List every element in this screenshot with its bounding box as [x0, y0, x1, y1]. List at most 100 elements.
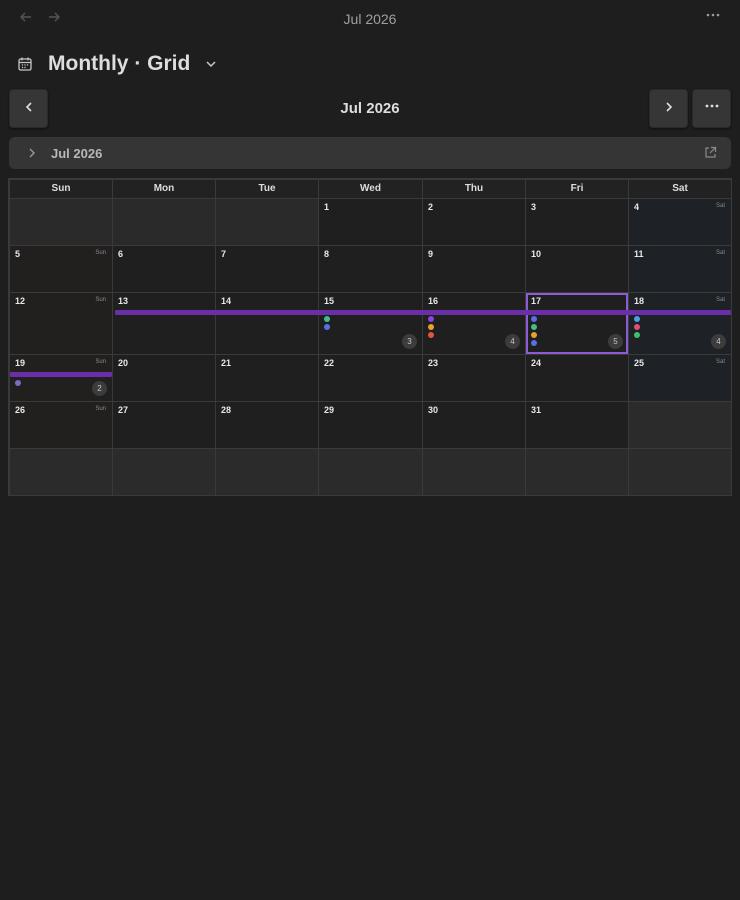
event-count-badge[interactable]: 3	[402, 334, 417, 349]
weekday-header: Fri	[526, 180, 628, 198]
day-number: 2	[428, 202, 434, 212]
event-dot[interactable]	[531, 324, 537, 330]
event-dot[interactable]	[428, 324, 434, 330]
weekday-header: Thu	[423, 180, 525, 198]
day-number: 7	[221, 249, 227, 259]
calendar-day-cell[interactable]: 23	[423, 355, 525, 401]
weekday-tag: Sat	[715, 297, 725, 303]
event-count-badge[interactable]: 2	[92, 381, 107, 396]
day-number: 5	[15, 249, 21, 259]
calendar-day-cell[interactable]: 30	[423, 402, 525, 448]
calendar-day-cell[interactable]: 17 5	[526, 293, 628, 354]
multi-day-event-bar[interactable]	[115, 310, 731, 315]
event-dot[interactable]	[324, 324, 330, 330]
calendar-day-cell[interactable]: 12 Sun	[10, 293, 112, 354]
next-month-button[interactable]	[649, 89, 688, 128]
chevron-expand-icon[interactable]	[26, 146, 38, 160]
calendar-day-cell[interactable]: 8	[319, 246, 422, 292]
calendar-day-cell[interactable]: 24	[526, 355, 628, 401]
day-number: 31	[531, 405, 542, 415]
calendar-day-cell[interactable]: 14	[216, 293, 318, 354]
chevron-left-icon	[23, 100, 35, 118]
calendar-cell-empty	[10, 199, 112, 245]
calendar-day-cell[interactable]: 22	[319, 355, 422, 401]
calendar-cell-empty	[629, 449, 731, 495]
day-number: 30	[428, 405, 439, 415]
calendar-day-cell[interactable]: 2	[423, 199, 525, 245]
event-dot[interactable]	[324, 316, 330, 322]
calendar-day-cell[interactable]: 10	[526, 246, 628, 292]
calendar-day-cell[interactable]: 29	[319, 402, 422, 448]
calendar-cell-empty	[10, 449, 112, 495]
day-number: 23	[428, 358, 439, 368]
event-count-badge[interactable]: 4	[505, 334, 520, 349]
weekday-tag: Sat	[715, 250, 725, 256]
calendar-day-cell[interactable]: 3	[526, 199, 628, 245]
calendar-grid: Sun Mon Tue Wed Thu Fri Sat 1 2 3 4 Sat 5 Sun 6 7 8 9 10 1…	[8, 178, 732, 496]
event-dot[interactable]	[428, 316, 434, 322]
weekday-header: Tue	[216, 180, 318, 198]
calendar-day-cell[interactable]: 9	[423, 246, 525, 292]
chevron-right-icon	[663, 100, 675, 118]
calendar-day-cell[interactable]: 25 Sat	[629, 355, 731, 401]
event-dot[interactable]	[15, 380, 21, 386]
calendar-day-cell[interactable]: 31	[526, 402, 628, 448]
day-number: 14	[221, 296, 232, 306]
calendar-cell-empty	[319, 449, 422, 495]
more-icon	[705, 99, 719, 118]
calendar-cell-empty	[216, 449, 318, 495]
calendar-day-cell[interactable]: 28	[216, 402, 318, 448]
calendar-day-cell[interactable]: 16 4	[423, 293, 525, 354]
calendar-day-cell[interactable]: 4 Sat	[629, 199, 731, 245]
event-dot[interactable]	[634, 332, 640, 338]
calendar-day-cell[interactable]: 26 Sun	[10, 402, 112, 448]
event-dots	[428, 316, 434, 338]
weekday-header: Wed	[319, 180, 422, 198]
weekday-header: Sat	[629, 180, 731, 198]
calendar-cell-empty	[423, 449, 525, 495]
day-number: 22	[324, 358, 335, 368]
day-number: 8	[324, 249, 330, 259]
multi-day-event-bar[interactable]	[10, 372, 112, 377]
day-number: 4	[634, 202, 640, 212]
event-dot[interactable]	[634, 316, 640, 322]
event-dot[interactable]	[634, 324, 640, 330]
event-dot[interactable]	[531, 332, 537, 338]
day-number: 27	[118, 405, 129, 415]
view-header[interactable]: Monthly · Grid	[17, 50, 218, 78]
calendar-day-cell[interactable]: 18 Sat 4	[629, 293, 731, 354]
calendar-day-cell[interactable]: 7	[216, 246, 318, 292]
previous-month-button[interactable]	[9, 89, 48, 128]
day-number: 26	[15, 405, 26, 415]
calendar-day-cell[interactable]: 15 3	[319, 293, 422, 354]
calendar-day-cell[interactable]: 5 Sun	[10, 246, 112, 292]
day-number: 12	[15, 296, 26, 306]
calendar-day-cell[interactable]: 19 Sun 2	[10, 355, 112, 401]
event-dot[interactable]	[531, 316, 537, 322]
calendar-day-cell[interactable]: 20	[113, 355, 215, 401]
calendar-day-cell[interactable]: 21	[216, 355, 318, 401]
day-number: 17	[531, 296, 542, 306]
calendar-day-cell[interactable]: 11 Sat	[629, 246, 731, 292]
more-icon[interactable]	[704, 8, 722, 28]
calendar-cell-empty	[629, 402, 731, 448]
day-number: 10	[531, 249, 542, 259]
more-options-button[interactable]	[692, 89, 731, 128]
day-number: 16	[428, 296, 439, 306]
month-section-header[interactable]: Jul 2026	[9, 137, 731, 169]
event-dot[interactable]	[531, 340, 537, 346]
event-count-badge[interactable]: 4	[711, 334, 726, 349]
weekday-tag: Sat	[715, 359, 725, 365]
tab-title: Jul 2026	[343, 11, 397, 27]
weekday-tag: Sun	[95, 406, 106, 412]
calendar-day-cell[interactable]: 27	[113, 402, 215, 448]
day-number: 21	[221, 358, 232, 368]
calendar-day-cell[interactable]: 1	[319, 199, 422, 245]
event-dot[interactable]	[428, 332, 434, 338]
event-count-badge[interactable]: 5	[608, 334, 623, 349]
event-dots	[634, 316, 640, 338]
calendar-day-cell[interactable]: 13	[113, 293, 215, 354]
external-link-icon[interactable]	[704, 146, 717, 159]
calendar-day-cell[interactable]: 6	[113, 246, 215, 292]
chevron-down-icon[interactable]	[204, 57, 218, 71]
